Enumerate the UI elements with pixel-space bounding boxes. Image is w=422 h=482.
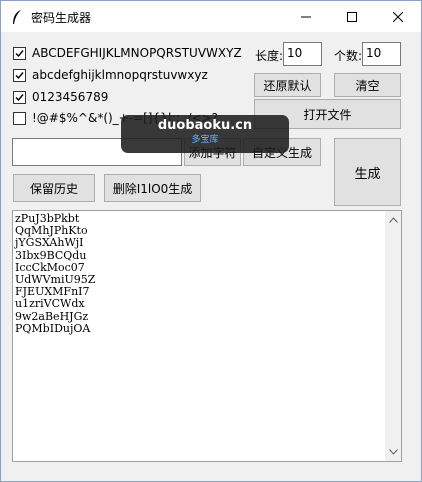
watermark-site: duobaoku.cn <box>157 118 253 133</box>
restore-default-button[interactable]: 还原默认 <box>254 73 321 97</box>
option-digits[interactable]: 0123456789 <box>13 89 108 105</box>
checkmark-icon <box>15 93 24 101</box>
close-button[interactable] <box>375 1 421 32</box>
output-textarea[interactable]: zPuJ3bPkbt QqMhJPhKto jYGSXAhWjI 3Ibx9BC… <box>12 210 385 462</box>
feather-icon <box>11 9 23 25</box>
option-label: 0123456789 <box>32 90 109 104</box>
output-line: jYGSXAhWjI <box>15 236 84 250</box>
keep-history-button[interactable]: 保留历史 <box>13 174 95 202</box>
option-label: ABCDEFGHIJKLMNOPQRSTUVWXYZ <box>32 46 242 60</box>
checkmark-icon <box>15 71 24 79</box>
uppercase-checkbox[interactable] <box>13 46 26 60</box>
watermark-overlay: duobaoku.cn 多宝库 <box>121 115 289 153</box>
maximize-button[interactable] <box>329 1 375 32</box>
option-uppercase[interactable]: ABCDEFGHIJKLMNOPQRSTUVWXYZ <box>13 45 242 61</box>
scroll-down-icon[interactable] <box>389 449 398 455</box>
minimize-icon <box>301 16 311 17</box>
minimize-button[interactable] <box>283 1 329 32</box>
maximize-icon <box>347 11 357 22</box>
generate-button[interactable]: 生成 <box>334 138 401 206</box>
title-bar: 密码生成器 <box>1 1 421 32</box>
clear-button[interactable]: 清空 <box>334 73 401 97</box>
output-line: PQMbIDujOA <box>15 321 91 335</box>
option-label: abcdefghijklmnopqrstuvwxyz <box>32 68 208 82</box>
output-line: 3Ibx9BCQdu <box>15 248 87 262</box>
output-line: 9w2aBeHJGz <box>15 309 89 323</box>
app-window: 密码生成器 ABCDEFGHIJKLMNOPQRSTUVWXYZ abcdefg… <box>0 0 422 482</box>
watermark-sub: 多宝库 <box>191 135 219 145</box>
close-icon <box>393 11 403 22</box>
option-lowercase[interactable]: abcdefghijklmnopqrstuvwxyz <box>13 67 208 83</box>
lowercase-checkbox[interactable] <box>13 68 26 82</box>
remove-ambiguous-button[interactable]: 删除I1lO0生成 <box>104 174 201 202</box>
checkmark-icon <box>15 49 24 57</box>
vertical-scrollbar[interactable] <box>385 210 402 462</box>
count-input[interactable]: 10 <box>362 42 401 66</box>
digits-checkbox[interactable] <box>13 90 26 104</box>
count-label: 个数: <box>334 49 363 63</box>
window-title: 密码生成器 <box>31 11 92 25</box>
length-label: 长度: <box>255 49 284 63</box>
length-input[interactable]: 10 <box>283 42 322 66</box>
scroll-up-icon[interactable] <box>389 217 398 223</box>
output-line: u1zriVCWdx <box>15 297 85 311</box>
symbols-checkbox[interactable] <box>13 111 26 125</box>
